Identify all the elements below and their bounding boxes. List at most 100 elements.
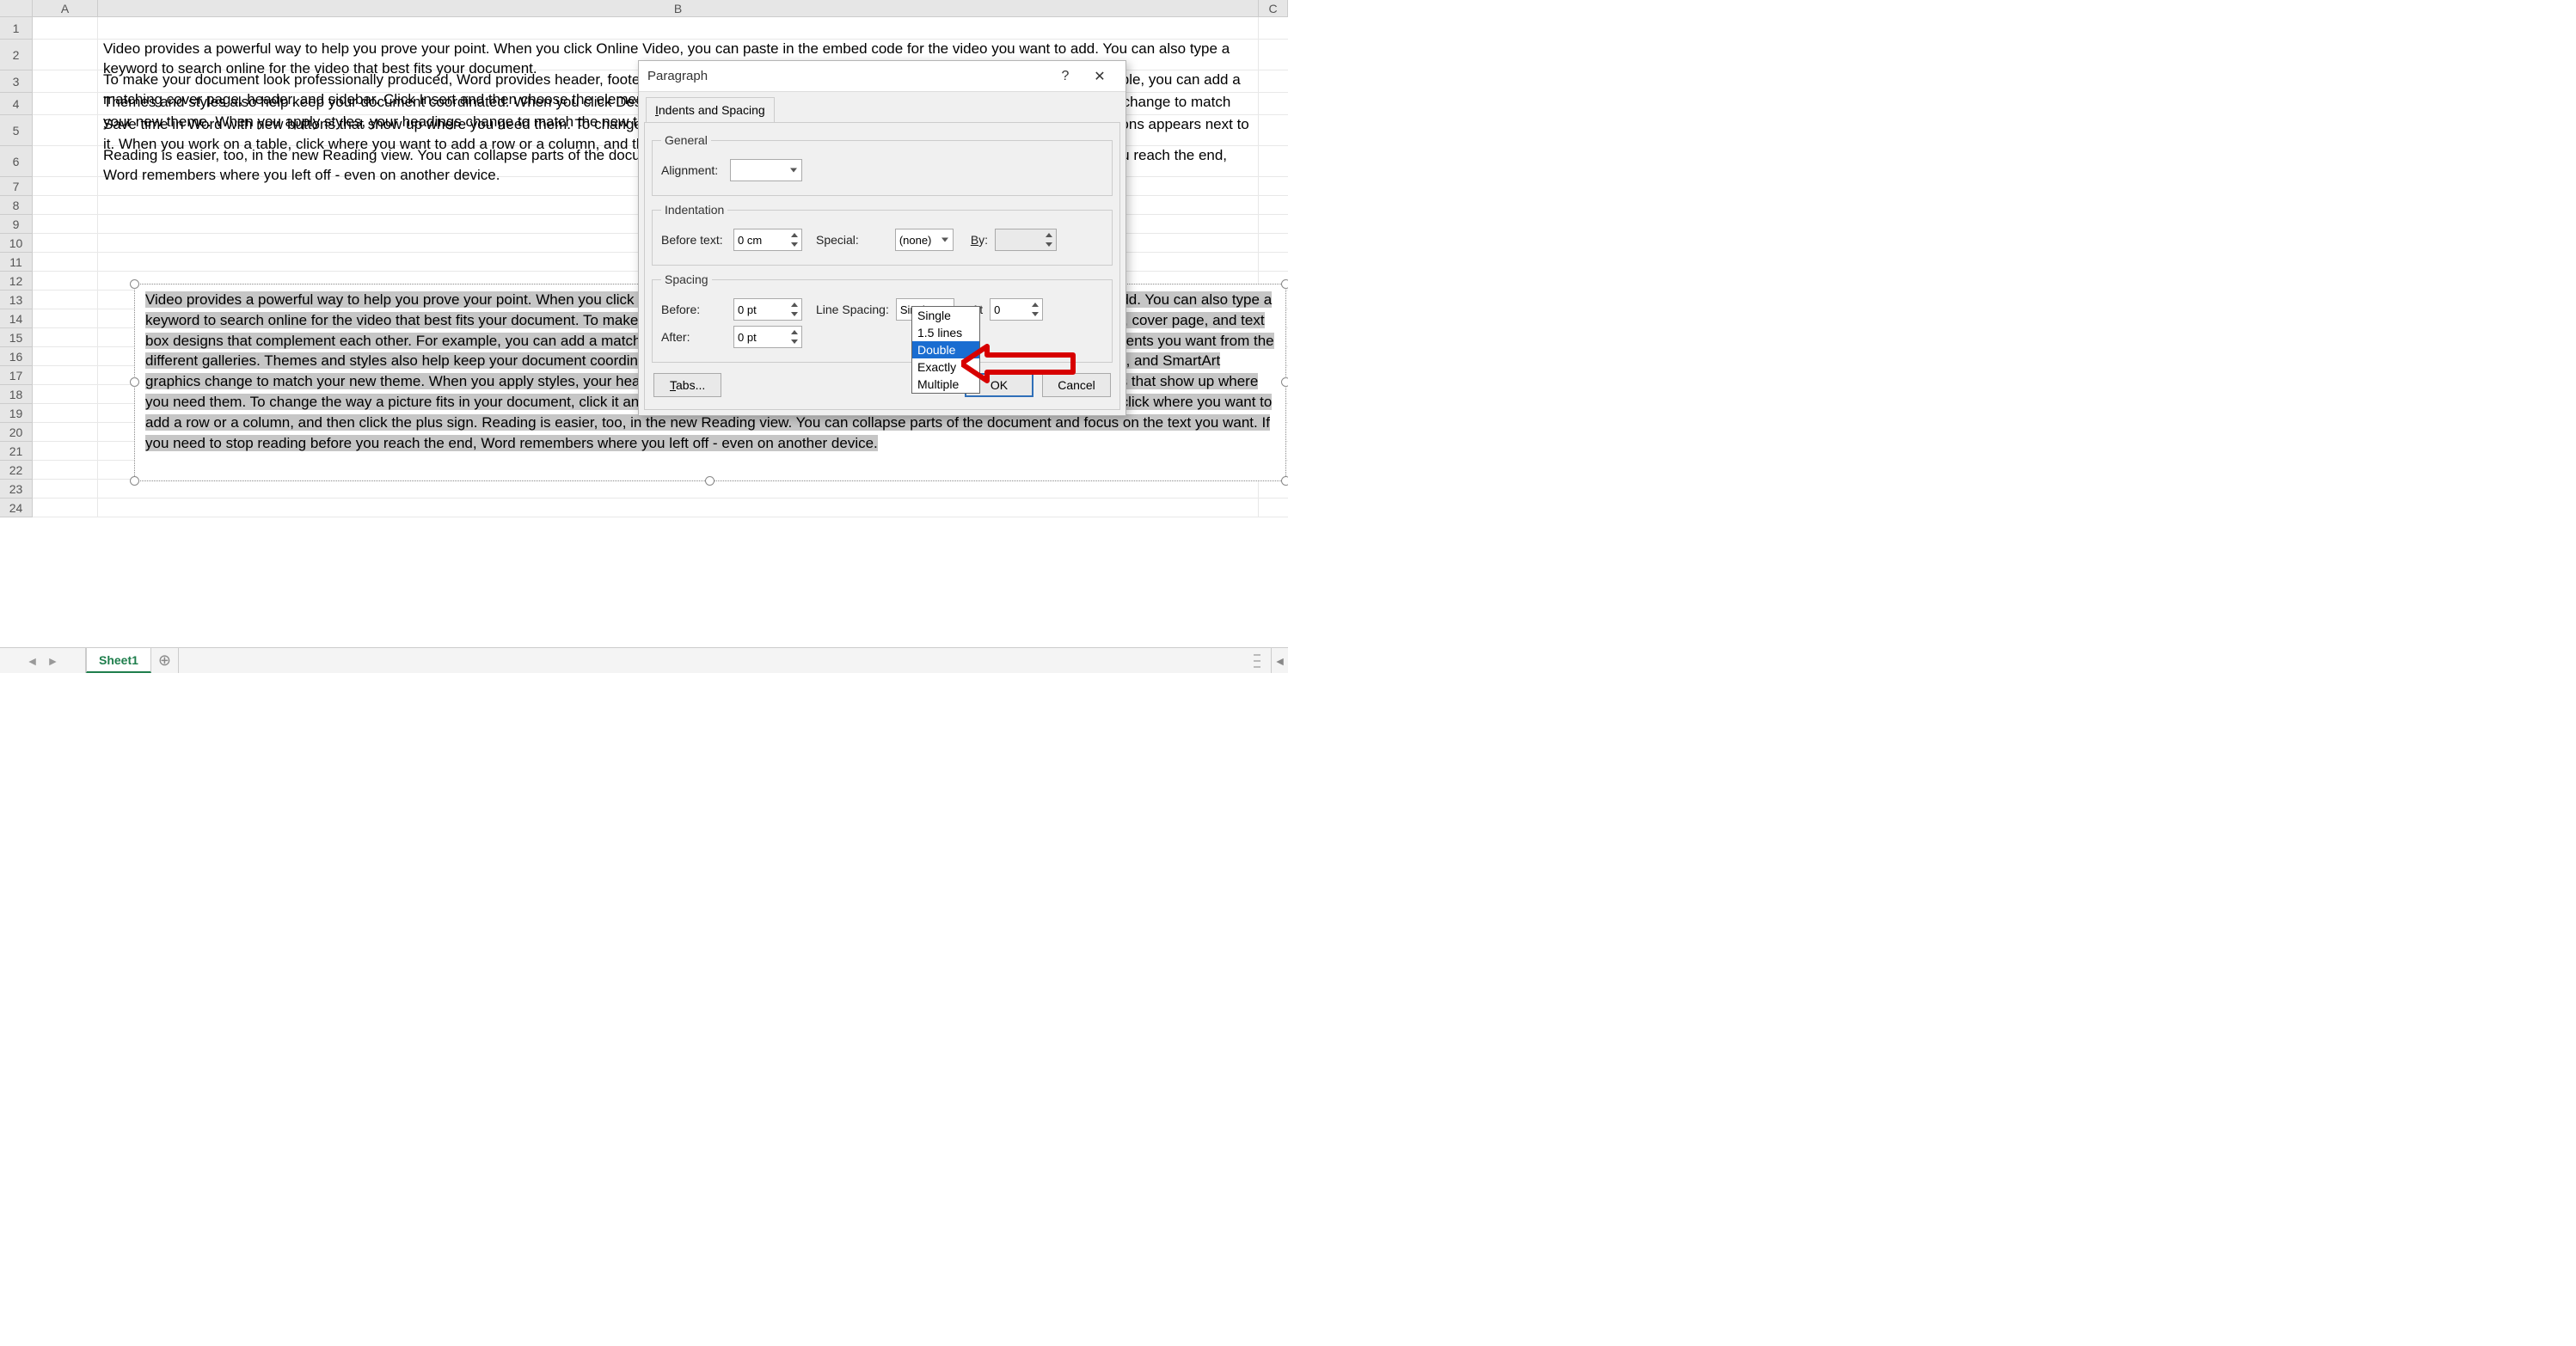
cell-C8[interactable]: [1259, 196, 1288, 214]
row-header-11[interactable]: 11: [0, 253, 32, 272]
sheet-tab-sheet1[interactable]: Sheet1: [86, 648, 151, 673]
cell-C3[interactable]: [1259, 70, 1288, 92]
row-header-23[interactable]: 23: [0, 480, 32, 499]
select-all-corner[interactable]: [0, 0, 33, 16]
cell-A14[interactable]: [33, 309, 98, 327]
tabs-button[interactable]: Tabs...: [653, 373, 721, 397]
row-header-15[interactable]: 15: [0, 328, 32, 347]
row-header-13[interactable]: 13: [0, 291, 32, 309]
dropdown-item-double[interactable]: Double: [912, 341, 979, 358]
row-header-14[interactable]: 14: [0, 309, 32, 328]
column-header-c[interactable]: C: [1259, 0, 1288, 16]
row-header-6[interactable]: 6: [0, 146, 32, 177]
cell-C11[interactable]: [1259, 253, 1288, 271]
column-header-b[interactable]: B: [98, 0, 1259, 16]
cell-A12[interactable]: [33, 272, 98, 290]
row-header-18[interactable]: 18: [0, 385, 32, 404]
cell-A9[interactable]: [33, 215, 98, 233]
row-header-12[interactable]: 12: [0, 272, 32, 291]
row-header-1[interactable]: 1: [0, 17, 32, 40]
cell-A5[interactable]: [33, 115, 98, 145]
row-header-4[interactable]: 4: [0, 93, 32, 115]
cell-A6[interactable]: [33, 146, 98, 176]
tab-indents-spacing[interactable]: Indents and Spacing: [646, 97, 775, 122]
resize-handle[interactable]: [1281, 377, 1288, 387]
before-text-spin[interactable]: 0 cm: [733, 229, 802, 251]
resize-handle[interactable]: [1281, 279, 1288, 289]
row-header-16[interactable]: 16: [0, 347, 32, 366]
cell-A16[interactable]: [33, 347, 98, 365]
help-button[interactable]: ?: [1048, 69, 1083, 84]
row-header-10[interactable]: 10: [0, 234, 32, 253]
add-sheet-button[interactable]: ⊕: [151, 648, 179, 673]
row-header-2[interactable]: 2: [0, 40, 32, 70]
resize-handle[interactable]: [130, 476, 139, 486]
cell-C9[interactable]: [1259, 215, 1288, 233]
cell-A8[interactable]: [33, 196, 98, 214]
cell-A18[interactable]: [33, 385, 98, 403]
cell-C6[interactable]: [1259, 146, 1288, 176]
cell-A24[interactable]: [33, 499, 98, 517]
special-combo[interactable]: (none): [895, 229, 954, 251]
cell-A13[interactable]: [33, 291, 98, 309]
row-header-7[interactable]: 7: [0, 177, 32, 196]
dialog-titlebar[interactable]: Paragraph ? ✕: [639, 61, 1125, 92]
dropdown-item-multiple[interactable]: Multiple: [912, 376, 979, 393]
cell-A2[interactable]: [33, 40, 98, 70]
cell-A7[interactable]: [33, 177, 98, 195]
cell-B24[interactable]: [98, 499, 1259, 517]
at-spin[interactable]: 0: [990, 298, 1043, 321]
cell-C4[interactable]: [1259, 93, 1288, 114]
dropdown-item-15-lines[interactable]: 1.5 lines: [912, 324, 979, 341]
row-header-19[interactable]: 19: [0, 404, 32, 423]
cell-C7[interactable]: [1259, 177, 1288, 195]
resize-handle[interactable]: [130, 279, 139, 289]
dropdown-item-exactly[interactable]: Exactly: [912, 358, 979, 376]
row-header-3[interactable]: 3: [0, 70, 32, 93]
resize-handle[interactable]: [1281, 476, 1288, 486]
cell-A22[interactable]: [33, 461, 98, 479]
line-spacing-dropdown[interactable]: Single1.5 linesDoubleExactlyMultiple: [911, 306, 980, 394]
row-header-9[interactable]: 9: [0, 215, 32, 234]
cell-A20[interactable]: [33, 423, 98, 441]
cell-A1[interactable]: [33, 17, 98, 39]
cell-A10[interactable]: [33, 234, 98, 252]
cell-C1[interactable]: [1259, 17, 1288, 39]
close-button[interactable]: ✕: [1083, 68, 1117, 85]
sheet-nav-arrows[interactable]: ◄ ►: [0, 648, 86, 673]
resize-handle[interactable]: [130, 377, 139, 387]
cell-A4[interactable]: [33, 93, 98, 114]
cell-A3[interactable]: [33, 70, 98, 92]
row-header-17[interactable]: 17: [0, 366, 32, 385]
row-header-20[interactable]: 20: [0, 423, 32, 442]
row-header-22[interactable]: 22: [0, 461, 32, 480]
row-header-21[interactable]: 21: [0, 442, 32, 461]
alignment-combo[interactable]: [730, 159, 802, 181]
column-header-a[interactable]: A: [33, 0, 98, 16]
by-spin[interactable]: [995, 229, 1057, 251]
cell-A19[interactable]: [33, 404, 98, 422]
cell-C5[interactable]: [1259, 115, 1288, 145]
spacing-after-spin[interactable]: 0 pt: [733, 326, 802, 348]
row-header-24[interactable]: 24: [0, 499, 32, 517]
cancel-button[interactable]: Cancel: [1042, 373, 1111, 397]
triangle-right-icon[interactable]: ►: [47, 654, 59, 668]
dropdown-item-single[interactable]: Single: [912, 307, 979, 324]
cell-C2[interactable]: [1259, 40, 1288, 70]
cell-C24[interactable]: [1259, 499, 1288, 517]
cell-A23[interactable]: [33, 480, 98, 498]
cell-A11[interactable]: [33, 253, 98, 271]
cell-A21[interactable]: [33, 442, 98, 460]
cell-B1[interactable]: [98, 17, 1259, 39]
spacing-before-spin[interactable]: 0 pt: [733, 298, 802, 321]
resize-handle[interactable]: [705, 476, 715, 486]
triangle-left-icon[interactable]: ◄: [27, 654, 39, 668]
cell-B23[interactable]: [98, 480, 1259, 498]
row-header-8[interactable]: 8: [0, 196, 32, 215]
cell-C10[interactable]: [1259, 234, 1288, 252]
cell-A15[interactable]: [33, 328, 98, 346]
hscroll-left-icon[interactable]: ◄: [1271, 648, 1288, 673]
tab-split-grip[interactable]: [1254, 654, 1260, 668]
row-header-5[interactable]: 5: [0, 115, 32, 146]
cell-A17[interactable]: [33, 366, 98, 384]
